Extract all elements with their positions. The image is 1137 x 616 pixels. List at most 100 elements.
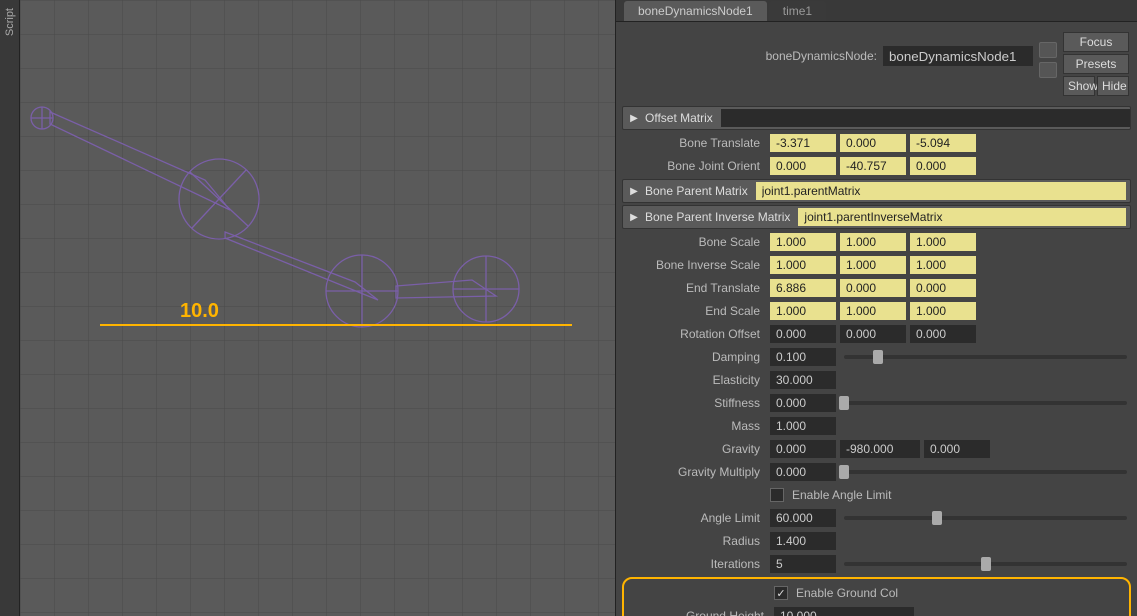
script-side-tab-label: Script — [4, 8, 16, 36]
bone-parent-inverse-matrix-section[interactable]: ▶ Bone Parent Inverse Matrix — [622, 205, 1131, 229]
gravity-z[interactable] — [924, 440, 990, 458]
enable-ground-col-row: ✓ Enable Ground Col — [626, 582, 1127, 604]
input-connections-icon[interactable] — [1039, 42, 1057, 58]
tab-bonedynamicsnode1[interactable]: boneDynamicsNode1 — [624, 1, 767, 21]
hide-button[interactable]: Hide — [1097, 76, 1129, 96]
viewport-3d[interactable]: 10.0 — [20, 0, 615, 616]
bone-joint-orient-label: Bone Joint Orient — [622, 159, 766, 173]
end-translate-row: End Translate — [622, 277, 1131, 299]
ground-collision-highlight: ✓ Enable Ground Col Ground Height — [622, 577, 1131, 616]
chevron-right-icon: ▶ — [623, 186, 645, 197]
gravity-y[interactable] — [840, 440, 920, 458]
bone-parent-matrix-section[interactable]: ▶ Bone Parent Matrix — [622, 179, 1131, 203]
angle-limit-row: Angle Limit — [622, 507, 1131, 529]
header-io-icons — [1039, 42, 1057, 78]
bone-joint-orient-x[interactable] — [770, 157, 836, 175]
bone-joint-orient-row: Bone Joint Orient — [622, 155, 1131, 177]
damping-field[interactable] — [770, 348, 836, 366]
rotation-offset-label: Rotation Offset — [622, 327, 766, 341]
enable-angle-limit-label: Enable Angle Limit — [792, 488, 891, 502]
presets-button[interactable]: Presets — [1063, 54, 1129, 74]
node-type-label: boneDynamicsNode: — [766, 49, 877, 63]
viewport-canvas — [20, 0, 615, 616]
stiffness-field[interactable] — [770, 394, 836, 412]
rotation-offset-z[interactable] — [910, 325, 976, 343]
gravity-row: Gravity — [622, 438, 1131, 460]
end-translate-y[interactable] — [840, 279, 906, 297]
enable-angle-limit-checkbox[interactable] — [770, 488, 784, 502]
tab-time1[interactable]: time1 — [769, 1, 826, 21]
bone-translate-z[interactable] — [910, 134, 976, 152]
bone-parent-inverse-matrix-field[interactable] — [798, 208, 1126, 226]
damping-label: Damping — [622, 350, 766, 364]
bone-translate-x[interactable] — [770, 134, 836, 152]
bone-translate-label: Bone Translate — [622, 136, 766, 150]
gravity-multiply-field[interactable] — [770, 463, 836, 481]
enable-ground-col-checkbox[interactable]: ✓ — [774, 586, 788, 600]
script-side-tab[interactable]: Script — [0, 0, 20, 616]
enable-angle-limit-row: Enable Angle Limit — [622, 484, 1131, 506]
mass-row: Mass — [622, 415, 1131, 437]
enable-ground-col-label: Enable Ground Col — [796, 586, 898, 600]
node-name-input[interactable] — [883, 46, 1033, 66]
bone-joint-orient-z[interactable] — [910, 157, 976, 175]
output-connections-icon[interactable] — [1039, 62, 1057, 78]
offset-matrix-label: Offset Matrix — [645, 111, 721, 125]
elasticity-field[interactable] — [770, 371, 836, 389]
end-translate-label: End Translate — [622, 281, 766, 295]
iterations-row: Iterations — [622, 553, 1131, 575]
end-translate-x[interactable] — [770, 279, 836, 297]
mass-field[interactable] — [770, 417, 836, 435]
bone-parent-inverse-matrix-label: Bone Parent Inverse Matrix — [645, 210, 798, 224]
bone-scale-z[interactable] — [910, 233, 976, 251]
iterations-slider[interactable] — [844, 562, 1127, 566]
rotation-offset-row: Rotation Offset — [622, 323, 1131, 345]
iterations-field[interactable] — [770, 555, 836, 573]
offset-matrix-field[interactable] — [721, 109, 1130, 127]
mass-label: Mass — [622, 419, 766, 433]
node-header: boneDynamicsNode: Focus Presets Show Hid… — [616, 22, 1137, 102]
attribute-list: ▶ Offset Matrix Bone Translate Bone Join… — [616, 102, 1137, 616]
radius-label: Radius — [622, 534, 766, 548]
radius-field[interactable] — [770, 532, 836, 550]
end-scale-x[interactable] — [770, 302, 836, 320]
chevron-right-icon: ▶ — [623, 212, 645, 223]
bone-translate-row: Bone Translate — [622, 132, 1131, 154]
rotation-offset-y[interactable] — [840, 325, 906, 343]
damping-row: Damping — [622, 346, 1131, 368]
ground-line-overlay — [100, 324, 572, 326]
damping-slider[interactable] — [844, 355, 1127, 359]
bone-scale-y[interactable] — [840, 233, 906, 251]
bone-joint-orient-y[interactable] — [840, 157, 906, 175]
end-scale-label: End Scale — [622, 304, 766, 318]
bone-translate-y[interactable] — [840, 134, 906, 152]
bone-scale-x[interactable] — [770, 233, 836, 251]
bone-parent-matrix-label: Bone Parent Matrix — [645, 184, 756, 198]
gravity-label: Gravity — [622, 442, 766, 456]
gravity-x[interactable] — [770, 440, 836, 458]
bone-inverse-scale-x[interactable] — [770, 256, 836, 274]
angle-limit-label: Angle Limit — [622, 511, 766, 525]
focus-button[interactable]: Focus — [1063, 32, 1129, 52]
rotation-offset-x[interactable] — [770, 325, 836, 343]
show-button[interactable]: Show — [1063, 76, 1095, 96]
bone-inverse-scale-y[interactable] — [840, 256, 906, 274]
angle-limit-slider[interactable] — [844, 516, 1127, 520]
gravity-multiply-label: Gravity Multiply — [622, 465, 766, 479]
ground-height-label: Ground Height — [626, 609, 770, 616]
end-scale-z[interactable] — [910, 302, 976, 320]
bone-scale-row: Bone Scale — [622, 231, 1131, 253]
gravity-multiply-row: Gravity Multiply — [622, 461, 1131, 483]
end-translate-z[interactable] — [910, 279, 976, 297]
ground-height-field[interactable] — [774, 607, 914, 616]
angle-limit-field[interactable] — [770, 509, 836, 527]
stiffness-row: Stiffness — [622, 392, 1131, 414]
ground-height-annotation: 10.0 — [180, 300, 219, 323]
offset-matrix-section[interactable]: ▶ Offset Matrix — [622, 106, 1131, 130]
end-scale-y[interactable] — [840, 302, 906, 320]
stiffness-slider[interactable] — [844, 401, 1127, 405]
bone-parent-matrix-field[interactable] — [756, 182, 1126, 200]
gravity-multiply-slider[interactable] — [844, 470, 1127, 474]
stiffness-label: Stiffness — [622, 396, 766, 410]
bone-inverse-scale-z[interactable] — [910, 256, 976, 274]
